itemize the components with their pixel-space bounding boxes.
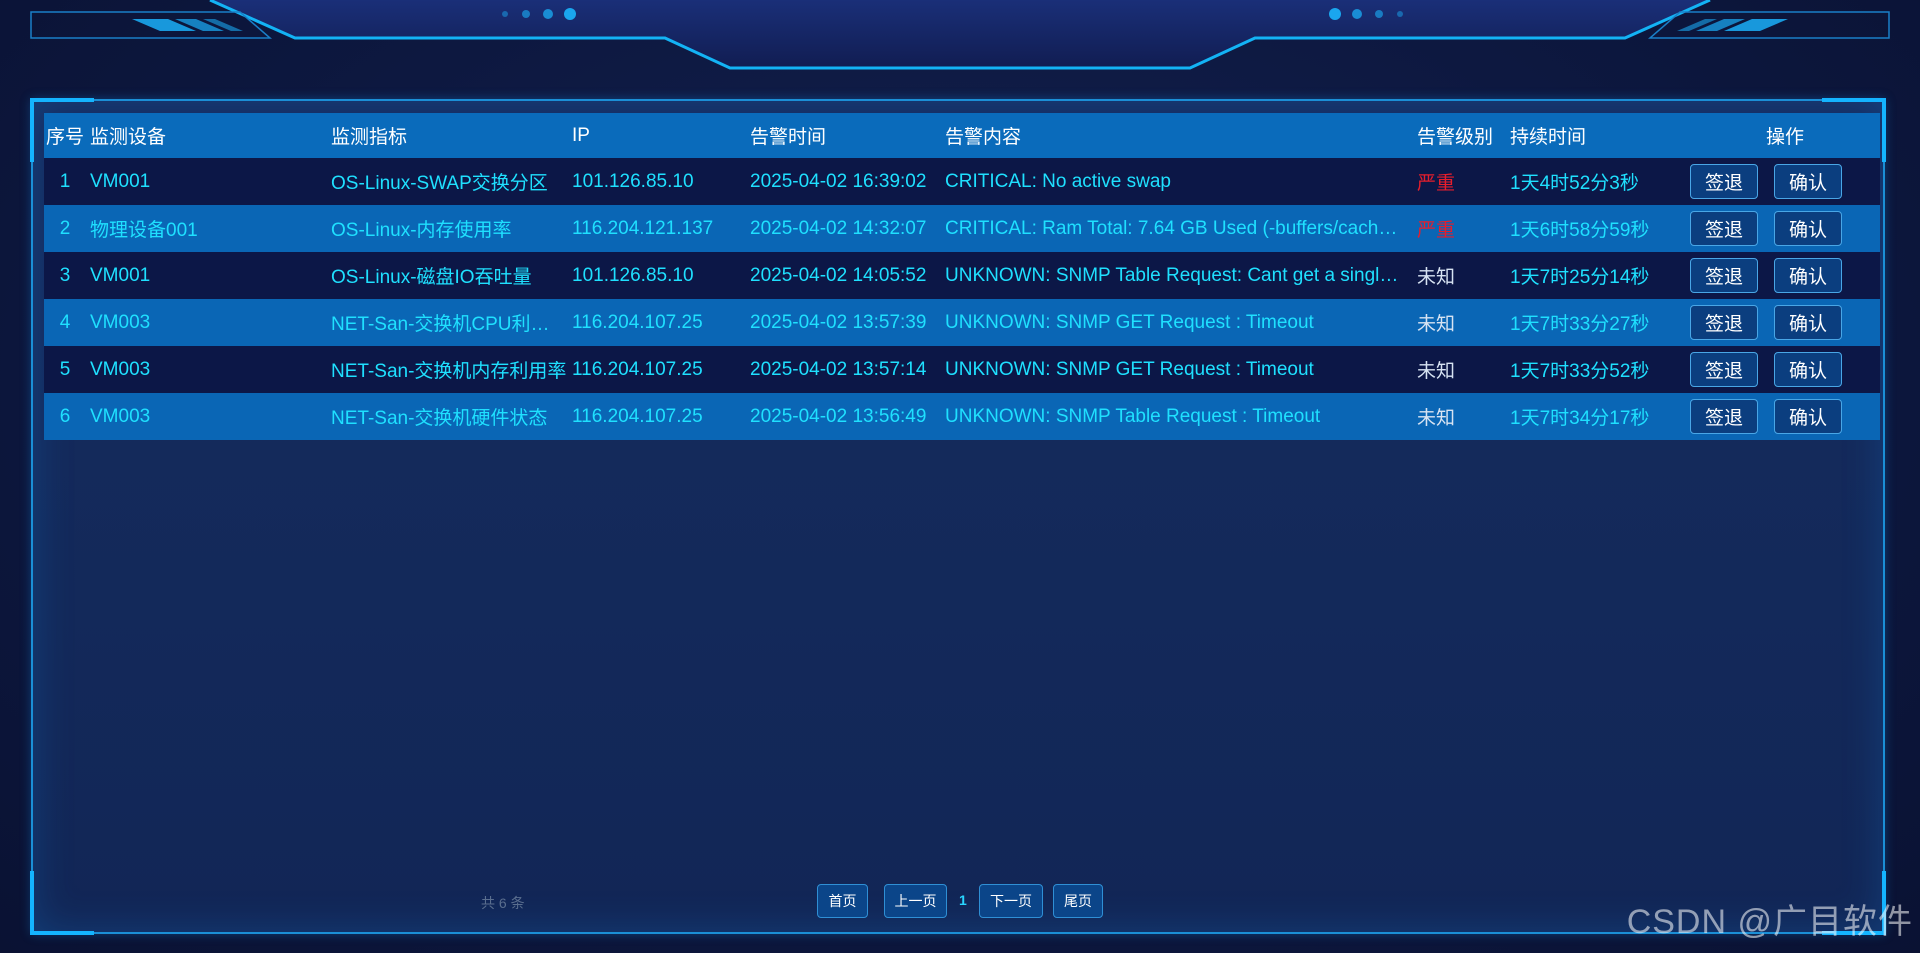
header-level: 告警级别 — [1417, 127, 1494, 148]
row-no: 6 — [59, 405, 71, 427]
table-row: 6 VM003 NET-San-交换机硬件状态 116.204.107.25 2… — [44, 393, 1880, 440]
row-ip: 101.126.85.10 — [572, 264, 694, 286]
confirm-button[interactable]: 确认 — [1774, 352, 1842, 387]
row-device: VM003 — [90, 405, 151, 427]
row-content: UNKNOWN: SNMP Table Request: Cant get a … — [945, 264, 1413, 286]
header-time: 告警时间 — [750, 127, 827, 148]
row-no: 3 — [59, 264, 71, 286]
row-time: 2025-04-02 13:57:14 — [750, 358, 927, 380]
header-duration: 持续时间 — [1510, 127, 1587, 148]
signoff-button[interactable]: 签退 — [1690, 164, 1758, 199]
row-actions: 签退 确认 — [1690, 211, 1880, 246]
row-content: UNKNOWN: SNMP GET Request : Timeout — [945, 311, 1314, 333]
row-ip: 116.204.121.137 — [572, 217, 714, 239]
row-time: 2025-04-02 14:05:52 — [750, 264, 927, 286]
row-content: CRITICAL: Ram Total: 7.64 GB Used (-buff… — [945, 217, 1413, 239]
header-no: 序号 — [45, 127, 84, 148]
row-device: VM003 — [90, 311, 151, 333]
row-level-badge: 未知 — [1417, 267, 1456, 288]
table-row: 1 VM001 OS-Linux-SWAP交换分区 101.126.85.10 … — [44, 158, 1880, 205]
row-duration: 1天4时52分3秒 — [1510, 173, 1639, 194]
row-time: 2025-04-02 16:39:02 — [750, 170, 927, 192]
confirm-button[interactable]: 确认 — [1774, 399, 1842, 434]
table-header: 序号 监测设备 监测指标 IP 告警时间 告警内容 告警级别 持续时间 操作 — [44, 113, 1880, 158]
row-level-badge: 严重 — [1417, 220, 1456, 241]
row-metric: OS-Linux-内存使用率 — [331, 220, 512, 241]
table-row: 2 物理设备001 OS-Linux-内存使用率 116.204.121.137… — [44, 205, 1880, 252]
table-row: 4 VM003 NET-San-交换机CPU利用率 116.204.107.25… — [44, 299, 1880, 346]
signoff-button[interactable]: 签退 — [1690, 352, 1758, 387]
row-content: UNKNOWN: SNMP GET Request : Timeout — [945, 358, 1314, 380]
row-no: 5 — [59, 358, 71, 380]
row-metric: OS-Linux-SWAP交换分区 — [331, 173, 548, 194]
confirm-button[interactable]: 确认 — [1774, 258, 1842, 293]
row-actions: 签退 确认 — [1690, 399, 1880, 434]
header-device: 监测设备 — [90, 127, 167, 148]
header-ip: IP — [572, 124, 590, 146]
row-duration: 1天7时33分52秒 — [1510, 361, 1650, 382]
row-duration: 1天7时34分17秒 — [1510, 408, 1650, 429]
table-row: 5 VM003 NET-San-交换机内存利用率 116.204.107.25 … — [44, 346, 1880, 393]
row-level-badge: 未知 — [1417, 361, 1456, 382]
row-device: VM001 — [90, 170, 151, 192]
table-row: 3 VM001 OS-Linux-磁盘IO吞吐量 101.126.85.10 2… — [44, 252, 1880, 299]
row-duration: 1天6时58分59秒 — [1510, 220, 1650, 241]
row-actions: 签退 确认 — [1690, 258, 1880, 293]
row-content: CRITICAL: No active swap — [945, 170, 1171, 192]
row-ip: 101.126.85.10 — [572, 170, 694, 192]
pagination-total: 共 6 条 — [481, 895, 525, 911]
row-level-badge: 未知 — [1417, 314, 1456, 335]
row-ip: 116.204.107.25 — [572, 311, 703, 333]
confirm-button[interactable]: 确认 — [1774, 164, 1842, 199]
last-page-button[interactable]: 尾页 — [1053, 884, 1103, 918]
header-content: 告警内容 — [945, 127, 1022, 148]
current-page-number[interactable]: 1 — [959, 892, 967, 908]
signoff-button[interactable]: 签退 — [1690, 399, 1758, 434]
row-level-badge: 严重 — [1417, 173, 1456, 194]
watermark: CSDN @广目软件 — [1626, 903, 1913, 941]
row-metric: NET-San-交换机CPU利用率 — [331, 314, 568, 335]
row-time: 2025-04-02 13:56:49 — [750, 405, 927, 427]
row-no: 2 — [59, 217, 71, 239]
row-actions: 签退 确认 — [1690, 164, 1880, 199]
row-content: UNKNOWN: SNMP Table Request : Timeout — [945, 405, 1321, 427]
row-duration: 1天7时33分27秒 — [1510, 314, 1650, 335]
header-frame-decoration — [30, 0, 1890, 70]
confirm-button[interactable]: 确认 — [1774, 305, 1842, 340]
header-metric: 监测指标 — [331, 127, 408, 148]
row-ip: 116.204.107.25 — [572, 405, 703, 427]
signoff-button[interactable]: 签退 — [1690, 305, 1758, 340]
confirm-button[interactable]: 确认 — [1774, 211, 1842, 246]
first-page-button[interactable]: 首页 — [817, 884, 868, 918]
row-actions: 签退 确认 — [1690, 352, 1880, 387]
alarm-table: 序号 监测设备 监测指标 IP 告警时间 告警内容 告警级别 持续时间 操作 1… — [44, 113, 1880, 440]
row-ip: 116.204.107.25 — [572, 358, 703, 380]
row-metric: NET-San-交换机内存利用率 — [331, 361, 567, 382]
row-metric: OS-Linux-磁盘IO吞吐量 — [331, 267, 532, 288]
signoff-button[interactable]: 签退 — [1690, 258, 1758, 293]
row-device: VM001 — [90, 264, 151, 286]
row-device: 物理设备001 — [90, 220, 198, 241]
row-duration: 1天7时25分14秒 — [1510, 267, 1650, 288]
pagination: 共 6 条 首页 上一页 1 下一页 尾页 — [33, 884, 1883, 918]
header-operation: 操作 — [1765, 127, 1804, 148]
signoff-button[interactable]: 签退 — [1690, 211, 1758, 246]
next-page-button[interactable]: 下一页 — [979, 884, 1043, 918]
row-level-badge: 未知 — [1417, 408, 1456, 429]
prev-page-button[interactable]: 上一页 — [884, 884, 947, 918]
row-time: 2025-04-02 14:32:07 — [750, 217, 927, 239]
row-no: 4 — [59, 311, 71, 333]
row-metric: NET-San-交换机硬件状态 — [331, 408, 548, 429]
alarm-panel: 序号 监测设备 监测指标 IP 告警时间 告警内容 告警级别 持续时间 操作 1… — [30, 98, 1886, 935]
row-time: 2025-04-02 13:57:39 — [750, 311, 927, 333]
row-no: 1 — [59, 170, 71, 192]
page: 序号 监测设备 监测指标 IP 告警时间 告警内容 告警级别 持续时间 操作 1… — [0, 0, 1920, 953]
row-actions: 签退 确认 — [1690, 305, 1880, 340]
row-device: VM003 — [90, 358, 151, 380]
